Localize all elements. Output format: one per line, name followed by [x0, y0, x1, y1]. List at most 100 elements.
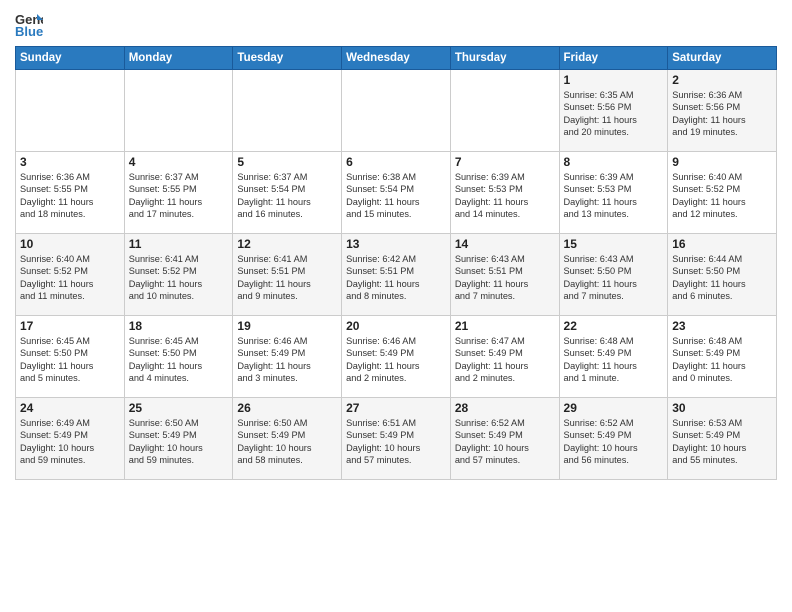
day-number: 10	[20, 237, 120, 251]
calendar-cell: 8 Sunrise: 6:39 AM Sunset: 5:53 PM Daylig…	[559, 152, 668, 234]
day-number: 27	[346, 401, 446, 415]
calendar-week-row: 24Sunrise: 6:49 AM Sunset: 5:49 PM Dayli…	[16, 398, 777, 480]
calendar-cell: 11 Sunrise: 6:41 AM Sunset: 5:52 PM Dayli…	[124, 234, 233, 316]
day-number: 29	[564, 401, 664, 415]
weekday-header-thursday: Thursday	[450, 47, 559, 70]
logo-icon: General Blue	[15, 10, 43, 38]
calendar-cell: 1 Sunrise: 6:35 AM Sunset: 5:56 PM Daylig…	[559, 70, 668, 152]
day-info: Sunrise: 6:52 AM Sunset: 5:49 PM Dayligh…	[455, 417, 555, 467]
weekday-header-monday: Monday	[124, 47, 233, 70]
day-number: 1	[564, 73, 664, 87]
day-info: Sunrise: 6:37 AM Sunset: 5:55 PM Dayligh…	[129, 171, 229, 221]
calendar-cell: 7Sunrise: 6:39 AM Sunset: 5:53 PM Daylig…	[450, 152, 559, 234]
weekday-header-sunday: Sunday	[16, 47, 125, 70]
day-number: 25	[129, 401, 229, 415]
calendar-cell: 4 Sunrise: 6:37 AM Sunset: 5:55 PM Daylig…	[124, 152, 233, 234]
calendar-week-row: 17Sunrise: 6:45 AM Sunset: 5:50 PM Dayli…	[16, 316, 777, 398]
day-info: Sunrise: 6:44 AM Sunset: 5:50 PM Dayligh…	[672, 253, 772, 303]
weekday-header-tuesday: Tuesday	[233, 47, 342, 70]
day-info: Sunrise: 6:45 AM Sunset: 5:50 PM Dayligh…	[20, 335, 120, 385]
day-info: Sunrise: 6:43 AM Sunset: 5:51 PM Dayligh…	[455, 253, 555, 303]
calendar-cell: 20Sunrise: 6:46 AM Sunset: 5:49 PM Dayli…	[342, 316, 451, 398]
day-info: Sunrise: 6:52 AM Sunset: 5:49 PM Dayligh…	[564, 417, 664, 467]
day-number: 28	[455, 401, 555, 415]
calendar-cell: 30 Sunrise: 6:53 AM Sunset: 5:49 PM Dayli…	[668, 398, 777, 480]
day-number: 13	[346, 237, 446, 251]
calendar-cell	[124, 70, 233, 152]
calendar-cell: 21Sunrise: 6:47 AM Sunset: 5:49 PM Dayli…	[450, 316, 559, 398]
day-info: Sunrise: 6:53 AM Sunset: 5:49 PM Dayligh…	[672, 417, 772, 467]
calendar-cell: 14 Sunrise: 6:43 AM Sunset: 5:51 PM Dayli…	[450, 234, 559, 316]
day-number: 15	[564, 237, 664, 251]
day-info: Sunrise: 6:51 AM Sunset: 5:49 PM Dayligh…	[346, 417, 446, 467]
day-number: 8	[564, 155, 664, 169]
day-info: Sunrise: 6:42 AM Sunset: 5:51 PM Dayligh…	[346, 253, 446, 303]
day-number: 24	[20, 401, 120, 415]
calendar-table: SundayMondayTuesdayWednesdayThursdayFrid…	[15, 46, 777, 480]
day-number: 5	[237, 155, 337, 169]
day-number: 22	[564, 319, 664, 333]
day-info: Sunrise: 6:36 AM Sunset: 5:56 PM Dayligh…	[672, 89, 772, 139]
svg-text:Blue: Blue	[15, 24, 43, 38]
day-info: Sunrise: 6:50 AM Sunset: 5:49 PM Dayligh…	[237, 417, 337, 467]
day-info: Sunrise: 6:36 AM Sunset: 5:55 PM Dayligh…	[20, 171, 120, 221]
calendar-cell: 13 Sunrise: 6:42 AM Sunset: 5:51 PM Dayli…	[342, 234, 451, 316]
calendar-page: General Blue SundayMondayTuesdayWednesda…	[0, 0, 792, 612]
calendar-cell: 22 Sunrise: 6:48 AM Sunset: 5:49 PM Dayli…	[559, 316, 668, 398]
calendar-cell: 5Sunrise: 6:37 AM Sunset: 5:54 PM Daylig…	[233, 152, 342, 234]
day-info: Sunrise: 6:39 AM Sunset: 5:53 PM Dayligh…	[455, 171, 555, 221]
calendar-cell: 15 Sunrise: 6:43 AM Sunset: 5:50 PM Dayli…	[559, 234, 668, 316]
calendar-cell: 10 Sunrise: 6:40 AM Sunset: 5:52 PM Dayli…	[16, 234, 125, 316]
day-info: Sunrise: 6:48 AM Sunset: 5:49 PM Dayligh…	[672, 335, 772, 385]
day-info: Sunrise: 6:40 AM Sunset: 5:52 PM Dayligh…	[672, 171, 772, 221]
weekday-header-wednesday: Wednesday	[342, 47, 451, 70]
calendar-cell: 27 Sunrise: 6:51 AM Sunset: 5:49 PM Dayli…	[342, 398, 451, 480]
day-info: Sunrise: 6:38 AM Sunset: 5:54 PM Dayligh…	[346, 171, 446, 221]
calendar-cell: 29 Sunrise: 6:52 AM Sunset: 5:49 PM Dayli…	[559, 398, 668, 480]
calendar-cell: 26 Sunrise: 6:50 AM Sunset: 5:49 PM Dayli…	[233, 398, 342, 480]
calendar-cell: 6 Sunrise: 6:38 AM Sunset: 5:54 PM Daylig…	[342, 152, 451, 234]
day-number: 21	[455, 319, 555, 333]
day-info: Sunrise: 6:41 AM Sunset: 5:52 PM Dayligh…	[129, 253, 229, 303]
calendar-cell	[450, 70, 559, 152]
day-info: Sunrise: 6:45 AM Sunset: 5:50 PM Dayligh…	[129, 335, 229, 385]
weekday-header-saturday: Saturday	[668, 47, 777, 70]
calendar-cell: 24Sunrise: 6:49 AM Sunset: 5:49 PM Dayli…	[16, 398, 125, 480]
day-number: 2	[672, 73, 772, 87]
day-info: Sunrise: 6:48 AM Sunset: 5:49 PM Dayligh…	[564, 335, 664, 385]
calendar-cell: 12Sunrise: 6:41 AM Sunset: 5:51 PM Dayli…	[233, 234, 342, 316]
calendar-cell: 3Sunrise: 6:36 AM Sunset: 5:55 PM Daylig…	[16, 152, 125, 234]
day-info: Sunrise: 6:35 AM Sunset: 5:56 PM Dayligh…	[564, 89, 664, 139]
weekday-header-friday: Friday	[559, 47, 668, 70]
calendar-cell: 19Sunrise: 6:46 AM Sunset: 5:49 PM Dayli…	[233, 316, 342, 398]
day-number: 19	[237, 319, 337, 333]
day-info: Sunrise: 6:39 AM Sunset: 5:53 PM Dayligh…	[564, 171, 664, 221]
weekday-header-row: SundayMondayTuesdayWednesdayThursdayFrid…	[16, 47, 777, 70]
day-number: 9	[672, 155, 772, 169]
calendar-cell	[233, 70, 342, 152]
day-number: 6	[346, 155, 446, 169]
day-number: 20	[346, 319, 446, 333]
calendar-header: SundayMondayTuesdayWednesdayThursdayFrid…	[16, 47, 777, 70]
calendar-week-row: 1 Sunrise: 6:35 AM Sunset: 5:56 PM Daylig…	[16, 70, 777, 152]
day-number: 16	[672, 237, 772, 251]
day-number: 30	[672, 401, 772, 415]
calendar-cell: 25 Sunrise: 6:50 AM Sunset: 5:49 PM Dayli…	[124, 398, 233, 480]
day-info: Sunrise: 6:50 AM Sunset: 5:49 PM Dayligh…	[129, 417, 229, 467]
day-number: 12	[237, 237, 337, 251]
day-number: 11	[129, 237, 229, 251]
calendar-cell	[16, 70, 125, 152]
day-info: Sunrise: 6:40 AM Sunset: 5:52 PM Dayligh…	[20, 253, 120, 303]
calendar-cell: 28 Sunrise: 6:52 AM Sunset: 5:49 PM Dayli…	[450, 398, 559, 480]
calendar-cell: 9 Sunrise: 6:40 AM Sunset: 5:52 PM Daylig…	[668, 152, 777, 234]
calendar-week-row: 3Sunrise: 6:36 AM Sunset: 5:55 PM Daylig…	[16, 152, 777, 234]
day-info: Sunrise: 6:43 AM Sunset: 5:50 PM Dayligh…	[564, 253, 664, 303]
day-number: 26	[237, 401, 337, 415]
day-number: 4	[129, 155, 229, 169]
calendar-cell: 23Sunrise: 6:48 AM Sunset: 5:49 PM Dayli…	[668, 316, 777, 398]
calendar-cell: 18Sunrise: 6:45 AM Sunset: 5:50 PM Dayli…	[124, 316, 233, 398]
day-number: 14	[455, 237, 555, 251]
calendar-body: 1 Sunrise: 6:35 AM Sunset: 5:56 PM Daylig…	[16, 70, 777, 480]
calendar-cell	[342, 70, 451, 152]
calendar-cell: 17Sunrise: 6:45 AM Sunset: 5:50 PM Dayli…	[16, 316, 125, 398]
